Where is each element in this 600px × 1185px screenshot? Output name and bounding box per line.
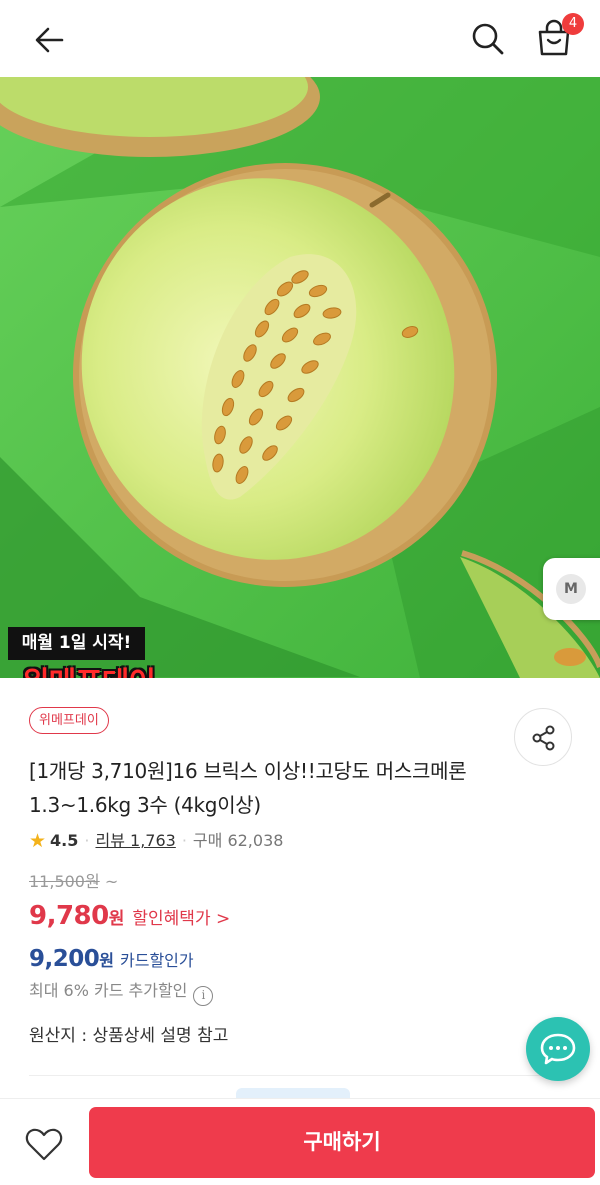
side-menu-button[interactable]: M <box>543 558 600 620</box>
sale-benefit-link[interactable]: 할인혜택가 > <box>132 909 230 929</box>
original-price-suffix: ~ <box>104 872 119 891</box>
product-image-carousel[interactable]: 매월 1일 시작! 위메프데이 <box>0 77 600 678</box>
rating-value: 4.5 <box>50 831 79 850</box>
sale-price-unit: 원 <box>108 909 125 929</box>
promo-tag[interactable]: 위메프데이 <box>29 707 109 734</box>
card-price-unit: 원 <box>99 951 114 970</box>
review-link[interactable]: 리뷰 1,763 <box>95 831 175 850</box>
back-button[interactable] <box>28 18 72 62</box>
origin-info: 원산지 : 상품상세 설명 참고 <box>29 1026 229 1046</box>
heart-icon <box>25 1128 63 1161</box>
buy-button[interactable]: 구매하기 <box>89 1107 595 1178</box>
search-icon <box>472 23 504 55</box>
share-icon <box>532 725 555 751</box>
sale-price-row[interactable]: 9,780원 할인혜택가 > <box>29 898 230 934</box>
chat-bubble-icon <box>540 1033 576 1065</box>
melon-photo <box>0 77 600 678</box>
promo-title-red: 위메 <box>22 666 76 678</box>
card-price-label: 카드할인가 <box>120 951 194 970</box>
divider <box>29 1075 572 1076</box>
original-price-value: 11,500원 <box>29 872 100 891</box>
chat-button[interactable] <box>526 1017 590 1081</box>
m-icon: M <box>556 574 586 604</box>
promo-title: 위메프데이 <box>22 662 156 678</box>
arrow-left-icon <box>35 27 64 53</box>
extra-discount-text: 최대 6% 카드 추가할인 <box>29 981 188 1000</box>
card-price-row: 9,200원 카드할인가 <box>29 942 194 976</box>
promo-title-rest: 프데이 <box>75 666 156 678</box>
wishlist-button[interactable] <box>22 1122 66 1166</box>
product-title: [1개당 3,710원]16 브릭스 이상!!고당도 머스크메론 1.3~1.6… <box>29 759 467 817</box>
card-price: 9,200 <box>29 946 100 972</box>
share-button[interactable] <box>514 708 572 766</box>
sale-price: 9,780 <box>29 901 109 931</box>
separator: · <box>84 831 90 850</box>
rating-row: ★ 4.5 · 리뷰 1,763 · 구매 62,038 <box>29 828 283 854</box>
search-button[interactable] <box>466 17 510 61</box>
order-count: 구매 62,038 <box>192 831 284 850</box>
info-icon[interactable]: i <box>193 986 214 1006</box>
original-price: 11,500원 ~ <box>29 870 118 894</box>
promo-badge: 매월 1일 시작! <box>8 627 145 660</box>
cart-count-badge: 4 <box>562 13 584 35</box>
extra-card-discount: 최대 6% 카드 추가할인 i <box>29 978 214 1006</box>
top-app-bar: 4 <box>0 0 600 77</box>
separator: · <box>181 831 187 850</box>
star-icon: ★ <box>29 830 47 852</box>
